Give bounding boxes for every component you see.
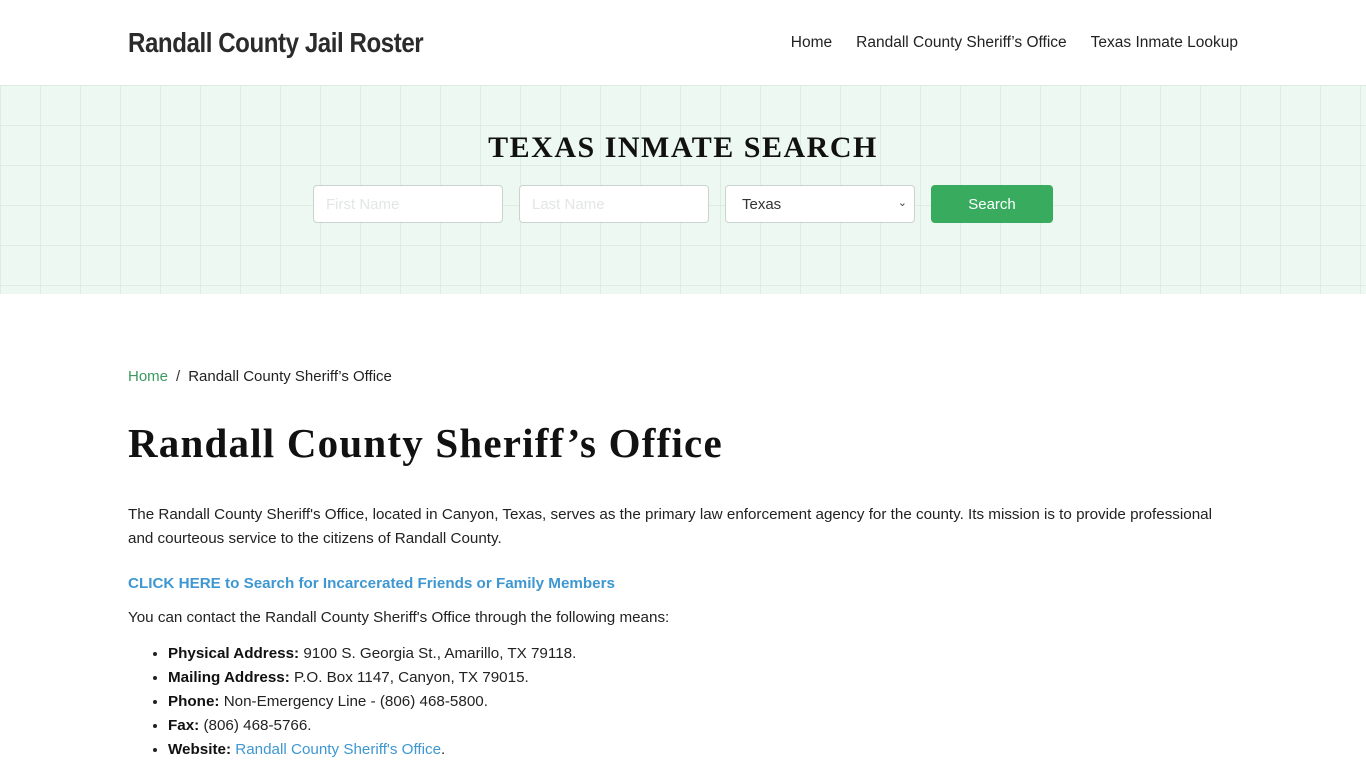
nav-texas-inmate-lookup[interactable]: Texas Inmate Lookup [1091,34,1238,52]
nav-sheriffs-office[interactable]: Randall County Sheriff’s Office [856,34,1067,52]
state-select-wrapper: Texas ⌄ [725,185,915,223]
contact-intro: You can contact the Randall County Sheri… [128,609,670,626]
contact-label: Physical Address: [168,645,300,662]
inmate-search-hero: TEXAS INMATE SEARCH Texas ⌄ Search [0,85,1366,294]
contact-physical-address: Physical Address: 9100 S. Georgia St., A… [168,642,1238,666]
breadcrumb-home[interactable]: Home [128,368,168,385]
nav-home[interactable]: Home [791,34,832,52]
main-content: Home / Randall County Sheriff’s Office Ran… [0,294,1366,762]
hero-title: TEXAS INMATE SEARCH [488,131,878,164]
contact-label: Mailing Address: [168,669,290,686]
first-name-input[interactable] [313,185,503,223]
contact-label: Phone: [168,693,220,710]
breadcrumb: Home / Randall County Sheriff’s Office [128,368,1238,385]
intro-paragraph: The Randall County Sheriff's Office, loc… [128,506,1212,547]
contact-list: Physical Address: 9100 S. Georgia St., A… [128,642,1238,762]
contact-phone: Phone: Non-Emergency Line - (806) 468-58… [168,690,1238,714]
site-logo-link[interactable]: Randall County Jail Roster [128,27,424,59]
contact-label: Fax: [168,717,200,734]
contact-website: Website: Randall County Sheriff's Office… [168,738,1238,762]
contact-value: Non-Emergency Line - (806) 468-5800. [219,693,488,710]
contact-suffix: . [441,741,446,758]
contact-value: P.O. Box 1147, Canyon, TX 79015. [289,669,529,686]
inmate-search-form: Texas ⌄ Search [0,185,1366,223]
last-name-input[interactable] [519,185,709,223]
state-select[interactable]: Texas [725,185,915,223]
site-header: Randall County Jail Roster Home Randall … [0,0,1366,85]
page-title: Randall County Sheriff’s Office [128,420,723,466]
contact-value: 9100 S. Georgia St., Amarillo, TX 79118. [299,645,577,662]
search-button[interactable]: Search [931,185,1053,223]
contact-mailing-address: Mailing Address: P.O. Box 1147, Canyon, … [168,666,1238,690]
contact-value: (806) 468-5766. [199,717,312,734]
breadcrumb-separator: / [176,368,181,385]
main-nav: Home Randall County Sheriff’s Office Tex… [791,34,1238,52]
sheriff-website-link[interactable]: Randall County Sheriff's Office [235,741,441,758]
search-incarcerated-link[interactable]: CLICK HERE to Search for Incarcerated Fr… [128,575,615,592]
contact-fax: Fax: (806) 468-5766. [168,714,1238,738]
contact-label: Website: [168,741,232,758]
breadcrumb-current: Randall County Sheriff’s Office [188,368,392,385]
